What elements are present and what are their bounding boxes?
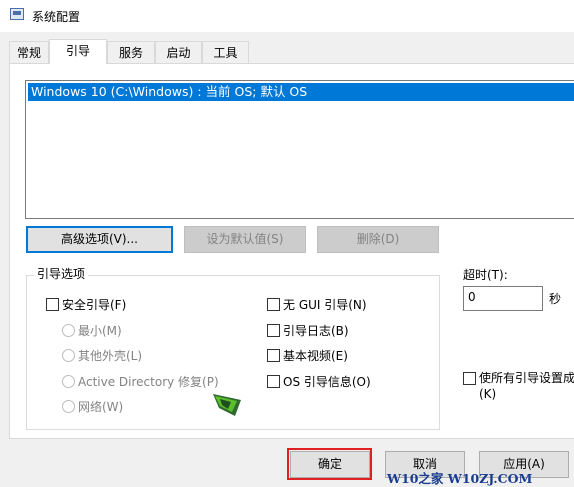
tab-general[interactable]: 常规 [9,41,49,63]
safe-boot-checkbox[interactable] [46,298,59,311]
advanced-options-button[interactable]: 高级选项(V)... [26,226,173,253]
base-video-label: 基本视频(E) [283,349,348,363]
alternate-shell-label: 其他外壳(L) [78,349,143,363]
boot-log-checkbox[interactable] [267,324,280,337]
tab-boot[interactable]: 引导 [49,39,107,64]
os-list-item[interactable]: Windows 10 (C:\Windows) : 当前 OS; 默认 OS [28,83,574,101]
base-video-checkbox[interactable] [267,349,280,362]
title-bar: 系统配置 [0,0,574,32]
network-label: 网络(W) [78,400,124,414]
boot-tab-panel: Windows 10 (C:\Windows) : 当前 OS; 默认 OS 高… [9,63,574,439]
make-permanent-label: 使所有引导设置成 [479,371,574,385]
os-boot-info-label: OS 引导信息(O) [283,375,371,389]
watermark: W10之家 W10ZJ.COM [387,471,533,486]
os-list[interactable]: Windows 10 (C:\Windows) : 当前 OS; 默认 OS [25,80,574,219]
timeout-label: 超时(T): [463,268,508,282]
network-radio[interactable] [62,400,75,413]
ad-repair-label: Active Directory 修复(P) [78,375,219,389]
ok-highlight-frame [287,448,372,480]
safe-boot-label: 安全引导(F) [62,298,127,312]
make-permanent-checkbox[interactable] [463,372,476,385]
make-permanent-label-line2: (K) [479,387,497,401]
minimal-label: 最小(M) [78,324,122,338]
set-default-button[interactable]: 设为默认值(S) [184,226,306,253]
delete-button[interactable]: 删除(D) [317,226,439,253]
ad-repair-radio[interactable] [62,375,75,388]
boot-log-label: 引导日志(B) [283,324,349,338]
tab-tools[interactable]: 工具 [202,41,249,63]
system-config-icon [10,8,24,20]
timeout-input[interactable]: 0 [463,286,543,311]
tab-services[interactable]: 服务 [107,41,155,63]
window-title: 系统配置 [32,10,81,24]
os-boot-info-checkbox[interactable] [267,375,280,388]
no-gui-boot-checkbox[interactable] [267,298,280,311]
no-gui-boot-label: 无 GUI 引导(N) [283,298,367,312]
timeout-unit: 秒 [549,292,562,306]
msconfig-logo-icon [213,394,241,416]
boot-options-label: 引导选项 [34,265,89,282]
tab-startup[interactable]: 启动 [155,41,202,63]
alternate-shell-radio[interactable] [62,349,75,362]
minimal-radio[interactable] [62,324,75,337]
